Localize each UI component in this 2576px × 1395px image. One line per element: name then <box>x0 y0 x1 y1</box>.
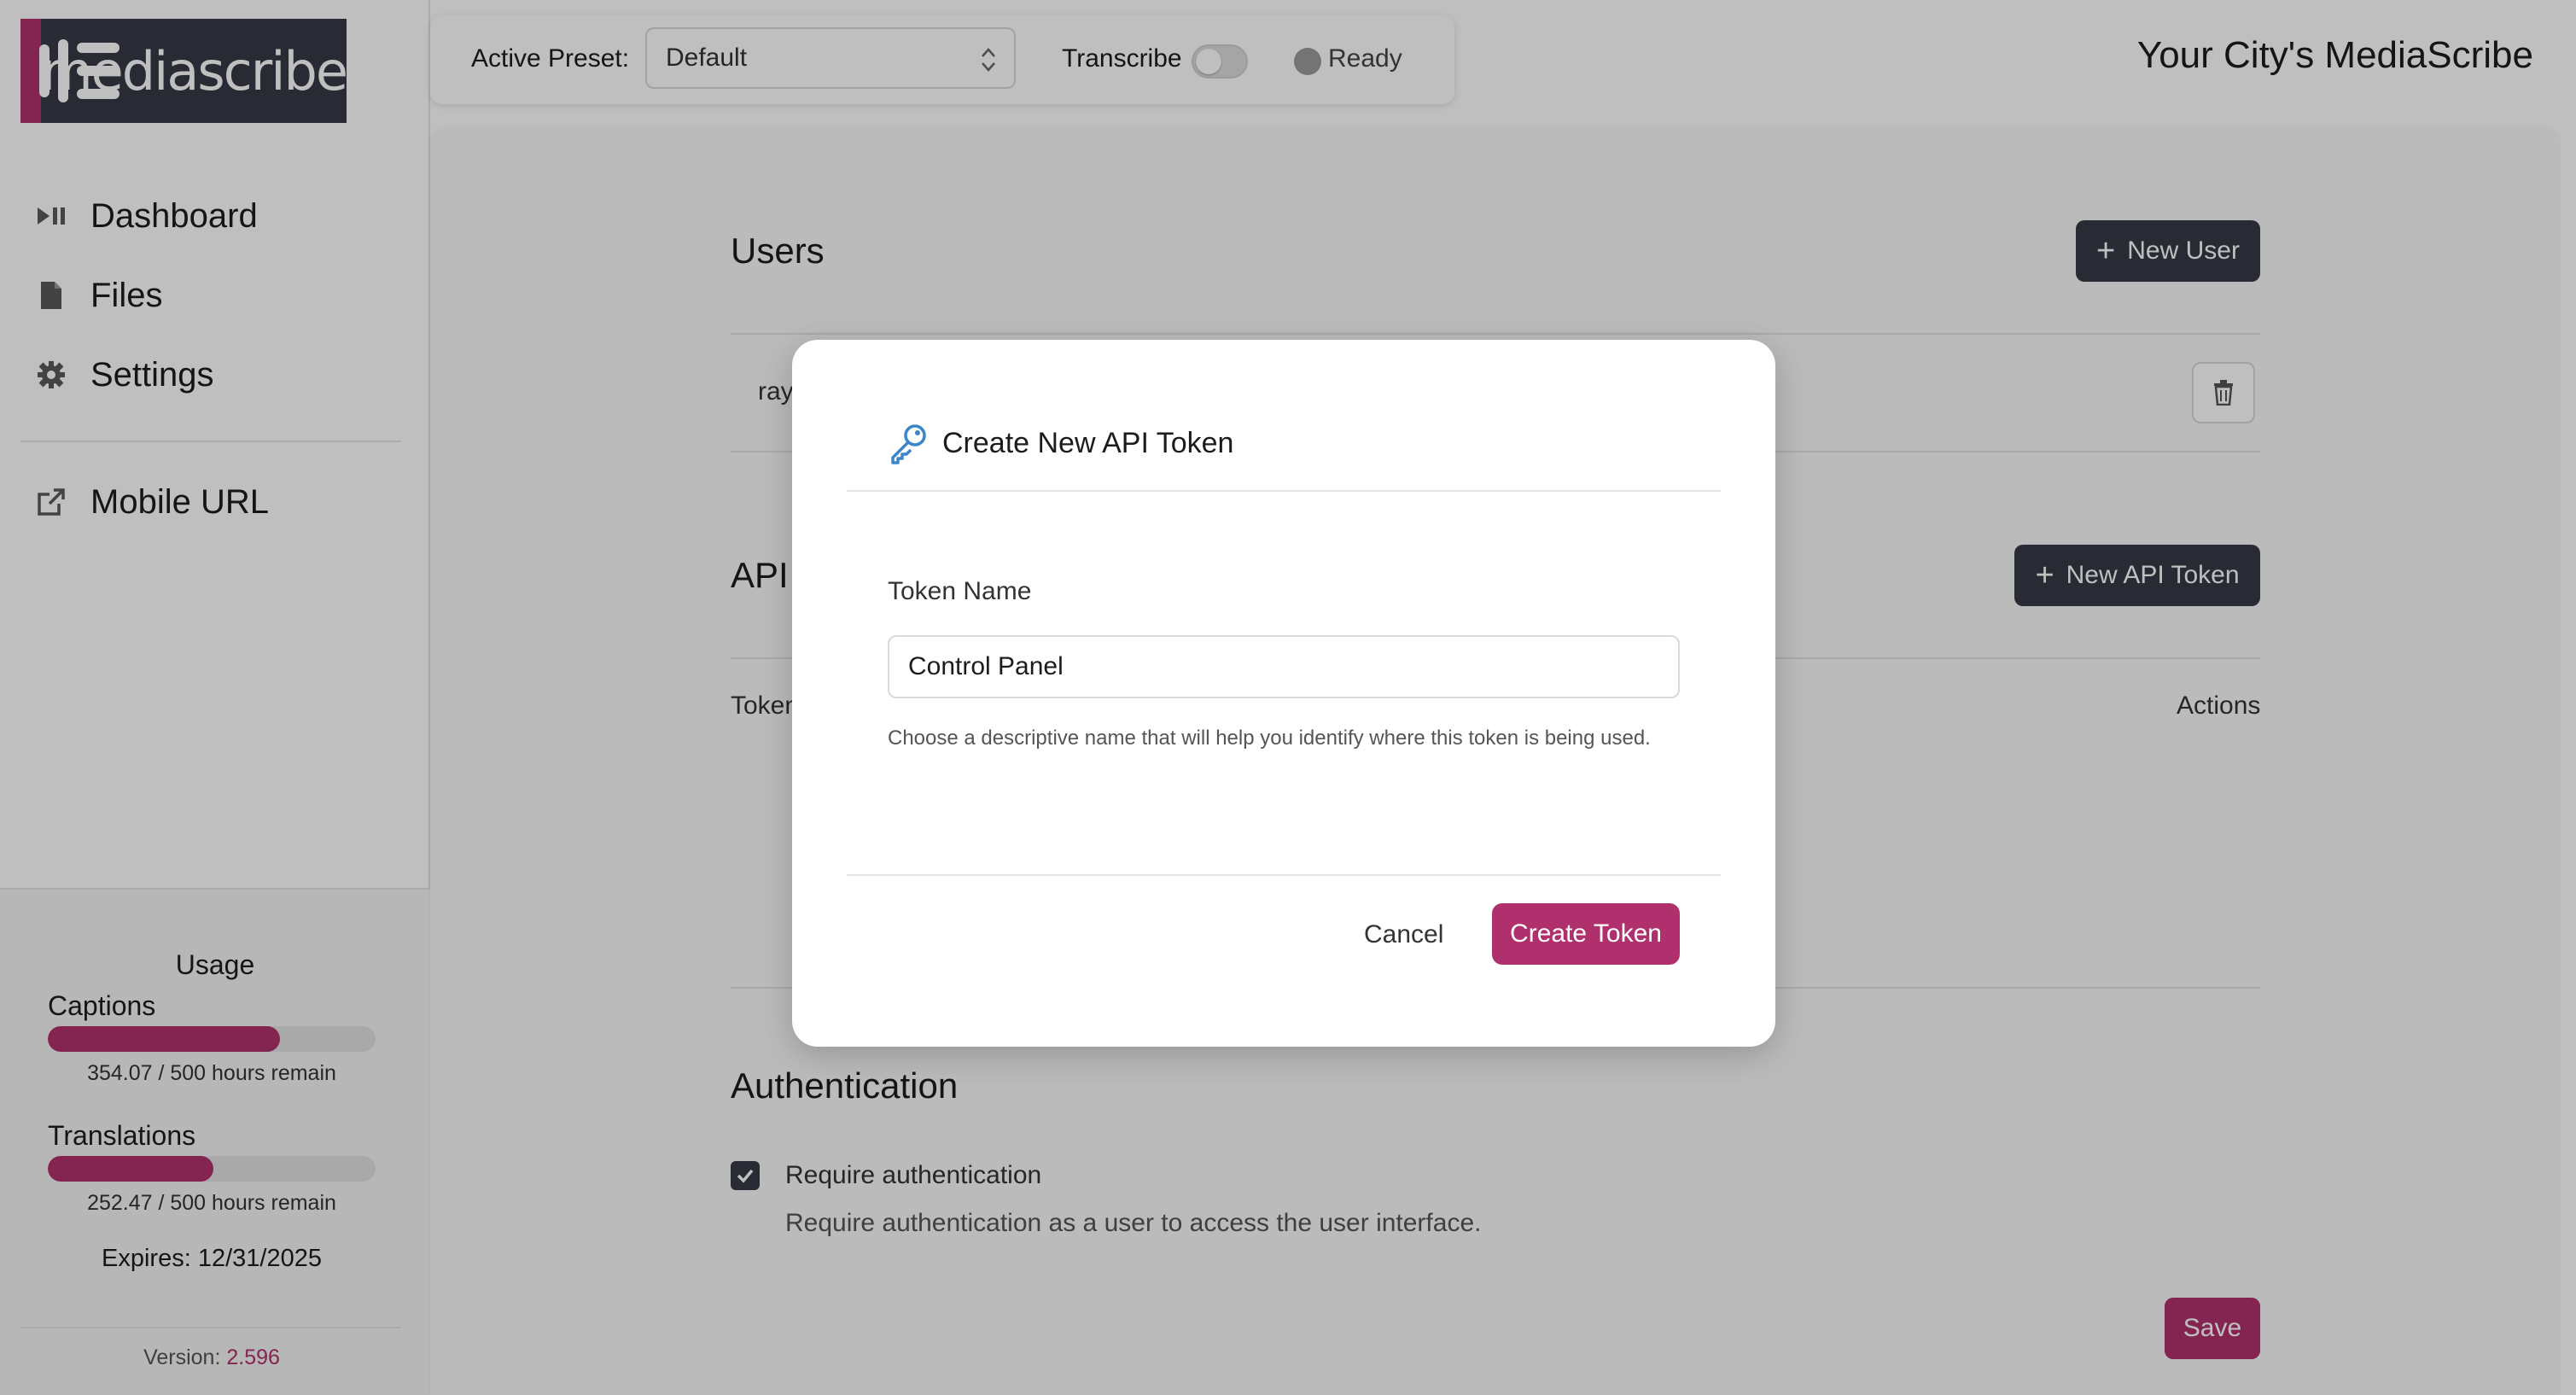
cancel-button[interactable]: Cancel <box>1364 920 1443 949</box>
create-token-modal: Create New API Token Token Name Choose a… <box>792 340 1775 1047</box>
token-name-input[interactable] <box>888 635 1680 698</box>
modal-title: Create New API Token <box>942 427 1234 459</box>
modal-footer-divider <box>847 874 1721 876</box>
token-name-help: Choose a descriptive name that will help… <box>888 727 1651 750</box>
key-icon <box>891 424 926 464</box>
create-token-button[interactable]: Create Token <box>1492 903 1680 965</box>
modal-header-divider <box>847 490 1721 492</box>
token-name-label: Token Name <box>888 577 1032 605</box>
